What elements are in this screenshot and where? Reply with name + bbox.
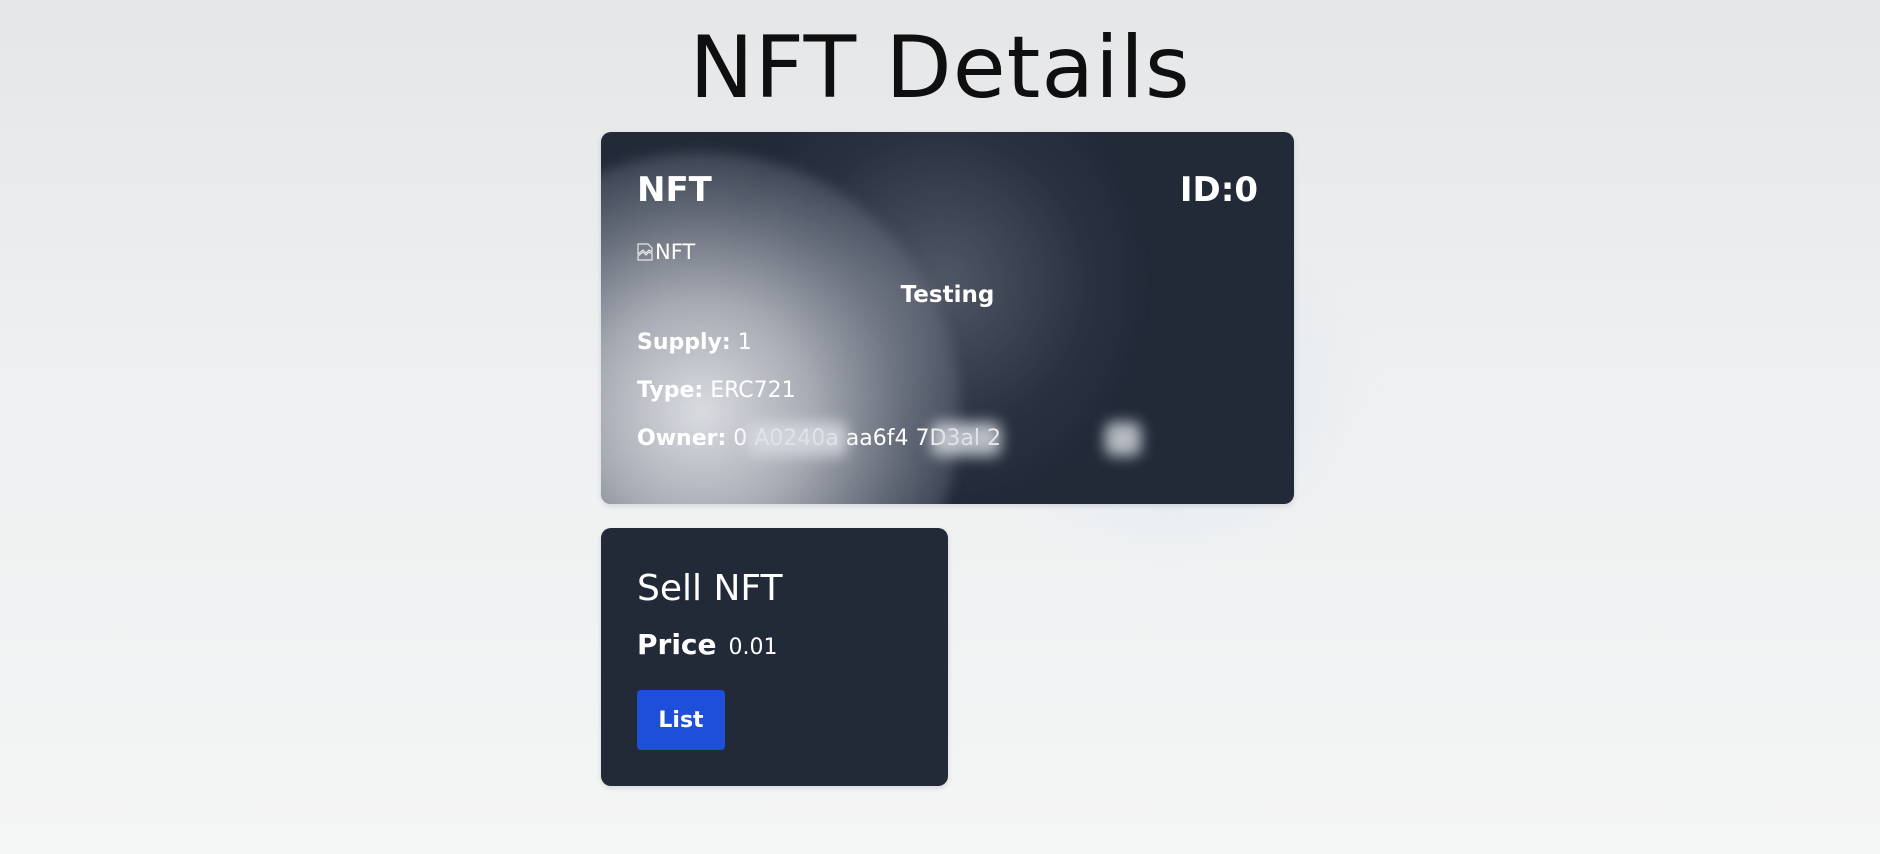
supply-row: Supply: 1 [637, 330, 752, 355]
owner-redaction-blur [747, 422, 848, 456]
list-button[interactable]: List [637, 690, 725, 750]
nft-name: Testing [900, 282, 995, 308]
nft-id: ID:0 [1179, 170, 1258, 210]
page-title: NFT Details [689, 18, 1191, 118]
owner-address: 0 A0240a aa6f4 7D3al 2 [733, 422, 1142, 456]
supply-label: Supply: [637, 330, 731, 355]
nft-details-card: NFT ID:0 NFT Testing Supply: 1 Type: ERC… [601, 132, 1294, 504]
type-row: Type: ERC721 [637, 378, 796, 403]
sell-nft-card: Sell NFT Price List [601, 528, 948, 786]
broken-image-icon [637, 242, 655, 262]
sell-title: Sell NFT [637, 568, 783, 609]
nft-label: NFT [637, 170, 712, 210]
price-input[interactable] [728, 635, 849, 660]
owner-label: Owner: [637, 426, 727, 451]
nft-card-content: NFT ID:0 NFT Testing Supply: 1 Type: ERC… [637, 132, 1258, 504]
owner-redaction-blur [931, 422, 1002, 456]
price-label: Price [637, 628, 717, 661]
nft-image-alt-text: NFT [655, 240, 696, 264]
nft-image: NFT [637, 240, 695, 264]
type-label: Type: [637, 378, 704, 403]
type-value: ERC721 [710, 378, 796, 403]
supply-value: 1 [737, 330, 752, 355]
price-row: Price [637, 628, 849, 661]
owner-row: Owner: 0 A0240a aa6f4 7D3al 2 [637, 422, 1142, 456]
owner-redaction-blur [1105, 422, 1142, 456]
